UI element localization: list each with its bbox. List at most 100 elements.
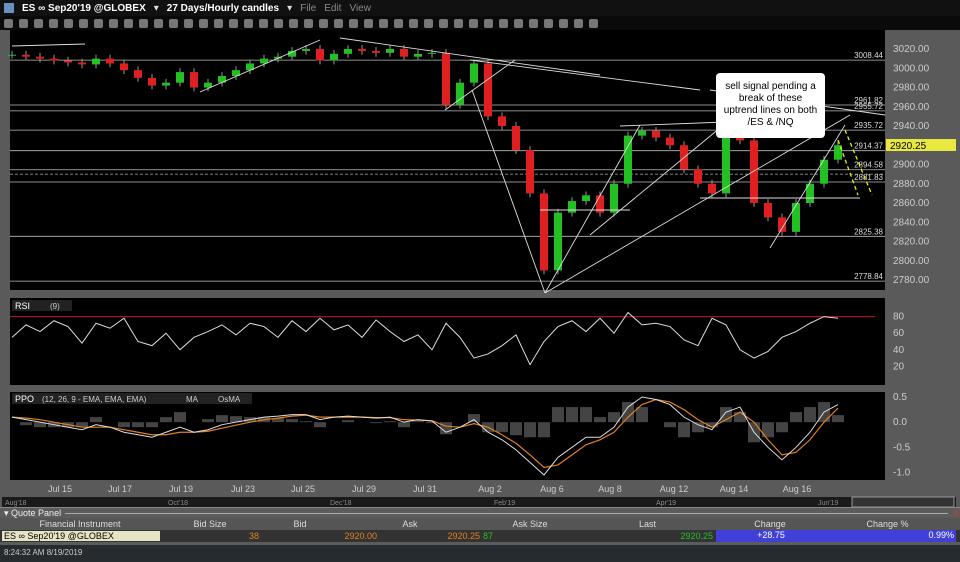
candle	[428, 52, 436, 54]
toolbar-tool-icon[interactable]	[94, 18, 103, 28]
toolbar-tool-icon[interactable]	[244, 18, 253, 28]
candle	[22, 54, 30, 57]
toolbar-tool-icon[interactable]	[364, 18, 373, 28]
toolbar-tool-icon[interactable]	[289, 18, 298, 28]
chevron-down-icon[interactable]: ▾	[154, 3, 159, 14]
toolbar-tool-icon[interactable]	[184, 18, 193, 28]
rsi-axis-tick: 40	[893, 345, 905, 356]
osma-bar	[132, 422, 144, 428]
menu-edit[interactable]: Edit	[324, 3, 341, 14]
col-last[interactable]: Last	[580, 519, 715, 529]
rsi-axis-tick: 80	[893, 312, 905, 323]
toolbar-tool-icon[interactable]	[514, 18, 523, 28]
osma-bar	[636, 407, 648, 423]
toolbar-tool-icon[interactable]	[4, 18, 13, 28]
candle	[652, 130, 660, 138]
navigator-tick: Jun'19	[818, 500, 839, 507]
candle	[540, 193, 548, 271]
time-axis-tick: Aug 6	[540, 484, 564, 494]
candle	[526, 150, 534, 194]
timeframe-selector[interactable]: 27 Days/Hourly candles	[167, 3, 279, 14]
collapse-icon[interactable]: ▾	[4, 508, 11, 519]
quote-header: Financial Instrument Bid Size Bid Ask As…	[0, 518, 960, 530]
toolbar-tool-icon[interactable]	[544, 18, 553, 28]
osma-bar	[20, 422, 32, 426]
toolbar-tool-icon[interactable]	[409, 18, 418, 28]
toolbar-tool-icon[interactable]	[319, 18, 328, 28]
toolbar-tool-icon[interactable]	[79, 18, 88, 28]
toolbar-tool-icon[interactable]	[19, 18, 28, 28]
col-ask-size[interactable]: Ask Size	[480, 519, 580, 529]
candle	[106, 58, 114, 64]
toolbar-tool-icon[interactable]	[589, 18, 598, 28]
toolbar-tool-icon[interactable]	[454, 18, 463, 28]
ppo-legend-osma: OsMA	[218, 395, 241, 404]
chart-area[interactable]: 3020.00 3000.00 2980.00 2960.00 2940.00 2920.…	[0, 30, 960, 507]
menu-file[interactable]: File	[300, 3, 316, 14]
navigator-scrollbar	[2, 497, 956, 507]
navigator-tick: Apr'19	[656, 500, 676, 507]
toolbar-tool-icon[interactable]	[64, 18, 73, 28]
toolbar-tool-icon[interactable]	[139, 18, 148, 28]
candle	[50, 58, 58, 61]
toolbar-tool-icon[interactable]	[109, 18, 118, 28]
toolbar-tool-icon[interactable]	[424, 18, 433, 28]
toolbar-tool-icon[interactable]	[214, 18, 223, 28]
quote-row[interactable]: ES ∞ Sep20'19 @GLOBEX 38 2920.00 2920.25…	[0, 530, 960, 542]
candle	[316, 49, 324, 61]
toolbar-tool-icon[interactable]	[154, 18, 163, 28]
price-axis-tick: 2880.00	[893, 179, 930, 190]
toolbar-tool-icon[interactable]	[529, 18, 538, 28]
col-change[interactable]: Change	[715, 519, 825, 529]
candle	[442, 52, 450, 105]
annotation-callout: sell signal pending a break of these upt…	[716, 73, 825, 138]
toolbar-tool-icon[interactable]	[439, 18, 448, 28]
col-change-pct[interactable]: Change %	[825, 519, 950, 529]
toolbar-tool-icon[interactable]	[169, 18, 178, 28]
close-icon[interactable]: ✕	[952, 508, 960, 519]
cell-change: +28.75	[757, 530, 785, 540]
toolbar-tool-icon[interactable]	[274, 18, 283, 28]
candle	[764, 203, 772, 218]
osma-bar	[412, 421, 424, 423]
time-axis-tick: Aug 2	[478, 484, 502, 494]
toolbar-tool-icon[interactable]	[49, 18, 58, 28]
osma-bar	[776, 422, 788, 433]
toolbar-tool-icon[interactable]	[484, 18, 493, 28]
toolbar-tool-icon[interactable]	[499, 18, 508, 28]
toolbar-tool-icon[interactable]	[34, 18, 43, 28]
symbol-selector[interactable]: ES ∞ Sep20'19 @GLOBEX	[22, 3, 146, 14]
chevron-down-icon[interactable]: ▾	[287, 3, 292, 14]
osma-bar	[622, 402, 634, 423]
toolbar-tool-icon[interactable]	[199, 18, 208, 28]
navigator-tick: Feb'19	[494, 500, 515, 507]
osma-bar	[510, 422, 522, 436]
col-ask[interactable]: Ask	[340, 519, 480, 529]
toolbar-tool-icon[interactable]	[559, 18, 568, 28]
toolbar-tool-icon[interactable]	[229, 18, 238, 28]
ppo-title: PPO	[15, 394, 34, 404]
price-axis-tick: 3000.00	[893, 63, 930, 74]
cell-instrument[interactable]: ES ∞ Sep20'19 @GLOBEX	[2, 531, 160, 541]
time-axis-tick: Jul 29	[352, 484, 376, 494]
candle	[554, 212, 562, 271]
col-instrument[interactable]: Financial Instrument	[0, 519, 160, 529]
toolbar-tool-icon[interactable]	[394, 18, 403, 28]
ppo-axis-tick: 0.0	[893, 417, 907, 428]
cell-bid-size: 38	[248, 531, 259, 541]
toolbar-tool-icon[interactable]	[349, 18, 358, 28]
toolbar-tool-icon[interactable]	[124, 18, 133, 28]
candle	[120, 63, 128, 71]
candle	[722, 130, 730, 194]
toolbar-tool-icon[interactable]	[379, 18, 388, 28]
toolbar-tool-icon[interactable]	[259, 18, 268, 28]
toolbar-tool-icon[interactable]	[469, 18, 478, 28]
menu-view[interactable]: View	[349, 3, 371, 14]
col-bid-size[interactable]: Bid Size	[160, 519, 260, 529]
osma-bar	[692, 422, 704, 433]
col-bid[interactable]: Bid	[260, 519, 340, 529]
toolbar-tool-icon[interactable]	[574, 18, 583, 28]
osma-bar	[664, 422, 676, 428]
toolbar-tool-icon[interactable]	[334, 18, 343, 28]
toolbar-tool-icon[interactable]	[304, 18, 313, 28]
